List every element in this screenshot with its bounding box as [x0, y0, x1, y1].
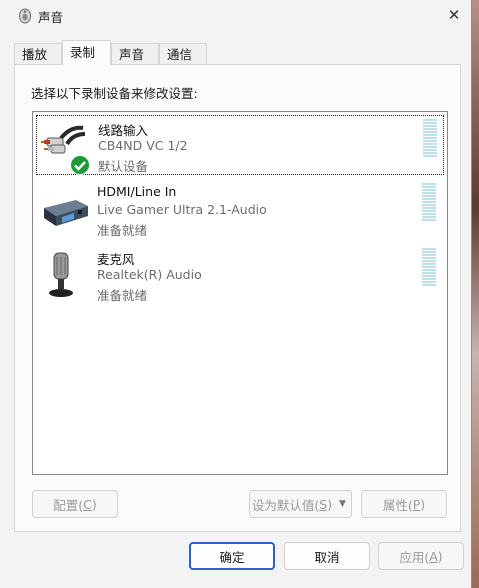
window-title: 声音	[38, 10, 64, 25]
speaker-icon	[19, 8, 31, 24]
instruction-text: 选择以下录制设备来修改设置:	[31, 86, 198, 101]
tab-playback[interactable]: 播放	[14, 43, 62, 64]
capture-card-icon	[44, 200, 88, 226]
tab-communications[interactable]: 通信	[159, 43, 207, 64]
tab-sounds[interactable]: 声音	[111, 43, 159, 64]
apply-button[interactable]: 应用(A)	[378, 542, 464, 570]
recording-panel: 选择以下录制设备来修改设置: 线路输入 CB4ND VC 1/2 默认设备 HD…	[14, 64, 461, 532]
device-description: Realtek(R) Audio	[97, 267, 202, 282]
tab-recording[interactable]: 录制	[62, 40, 111, 65]
microphone-icon	[49, 252, 73, 297]
device-list[interactable]: 线路输入 CB4ND VC 1/2 默认设备 HDMI/Line In Live…	[32, 111, 448, 475]
device-status: 准备就绪	[97, 223, 148, 238]
ok-button[interactable]: 确定	[189, 542, 275, 570]
device-name: HDMI/Line In	[97, 184, 177, 199]
list-item-line-in[interactable]: 线路输入 CB4ND VC 1/2 默认设备	[36, 115, 444, 175]
device-name: 线路输入	[98, 123, 149, 138]
cancel-button[interactable]: 取消	[284, 542, 370, 570]
list-item-microphone[interactable]: 麦克风 Realtek(R) Audio 准备就绪	[36, 245, 444, 305]
close-button[interactable]: ✕	[436, 0, 472, 30]
sound-dialog: 声音 ✕ 播放 录制 声音 通信 选择以下录制设备来修改设置: 线路输入 CB4…	[0, 0, 472, 588]
set-default-dropdown[interactable]: ▼	[334, 490, 352, 518]
level-meter	[422, 248, 436, 288]
device-description: CB4ND VC 1/2	[98, 138, 188, 153]
level-meter	[422, 183, 436, 223]
properties-button[interactable]: 属性(P)	[361, 490, 447, 518]
list-item-hdmi-line-in[interactable]: HDMI/Line In Live Gamer Ultra 2.1-Audio …	[36, 180, 444, 240]
device-status: 默认设备	[98, 159, 149, 174]
device-status: 准备就绪	[97, 288, 148, 303]
set-default-button[interactable]: 设为默认值(S)	[249, 490, 335, 518]
title-bar: 声音 ✕	[0, 0, 471, 32]
check-badge-icon	[70, 155, 90, 175]
level-meter	[423, 119, 437, 159]
device-description: Live Gamer Ultra 2.1-Audio	[97, 202, 267, 217]
configure-button[interactable]: 配置(C)	[32, 490, 118, 518]
chevron-down-icon: ▼	[339, 499, 346, 509]
close-icon: ✕	[447, 6, 461, 24]
device-name: 麦克风	[97, 252, 135, 267]
